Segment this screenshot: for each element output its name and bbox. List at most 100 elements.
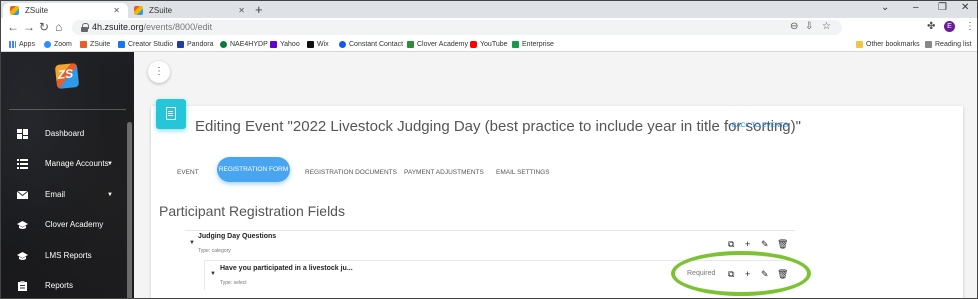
bookmark-creator-studio[interactable]: Creator Studio [118,39,173,50]
close-window-button[interactable]: ✕ [961,2,969,13]
bookmark-apps[interactable]: Apps [9,39,35,50]
bookmark-zsuite[interactable]: ZSuite [80,39,110,50]
add-icon[interactable]: + [745,239,750,249]
other-bookmarks[interactable]: Other bookmarks [856,39,920,50]
zsuite-logo[interactable]: ZS [54,62,80,90]
maximize-button[interactable]: ❐ [938,2,947,13]
browser-menu-icon[interactable]: ⋮ [965,20,975,34]
close-tab-icon[interactable]: ✕ [113,3,120,18]
profile-avatar[interactable]: E [944,21,955,32]
sidebar-item-label: Manage Accounts [45,159,109,168]
sidebar-item-label: Dashboard [45,129,85,138]
clipboard-icon [18,281,27,291]
url-text: 4h.zsuite.org/events/8000/edit [92,22,213,32]
bookmark-constant-contact[interactable]: Constant Contact [339,39,403,50]
sidebar-item-label: Email [45,190,66,199]
tab-strip: ZSuite ✕ ZSuite ✕ + ⌄ – ❐ ✕ [1,1,977,18]
zsuite-favicon-icon [10,6,19,15]
folder-icon [856,41,863,48]
bookmark-pandora[interactable]: Pandora [177,39,213,50]
reload-button[interactable]: ↻ [39,20,49,34]
edit-icon[interactable]: ✎ [761,239,769,249]
document-icon [156,99,186,129]
category-type: Type: category [198,248,231,254]
zsuite-icon [80,41,87,48]
clover-icon [407,41,414,48]
sidebar-item-dashboard[interactable]: Dashboard [1,123,128,145]
nae4hydp-icon [220,41,227,48]
reading-list-icon [925,41,932,48]
forward-button[interactable]: → [23,20,35,34]
constant-contact-icon [339,41,346,48]
question-type: Type: select [220,280,247,286]
browser-window: ZSuite ✕ ZSuite ✕ + ⌄ – ❐ ✕ ← → ↻ ⌂ 4h.z… [0,0,978,299]
bookmark-youtube[interactable]: YouTube [470,39,508,50]
tab-registration-documents[interactable]: REGISTRATION DOCUMENTS [305,169,397,177]
expand-arrow-icon[interactable]: ▼ [189,240,195,246]
back-to-events-link[interactable]: ‹ BACK TO EVENTS [728,122,788,129]
tab-search-icon[interactable]: ⌄ [881,2,889,13]
tab-event[interactable]: EVENT [177,169,199,177]
wix-icon [307,41,314,48]
apps-grid-icon [9,41,16,48]
zsuite-favicon-icon [134,6,143,15]
sidebar-item-label: LMS Reports [45,251,92,260]
reading-list[interactable]: Reading list [925,39,972,50]
extensions-icon[interactable]: ✤ [927,20,935,34]
tab-registration-form[interactable]: REGISTRATION FORM [217,157,290,182]
star-icon[interactable]: ☆ [822,20,831,34]
sidebar-item-clover-academy[interactable]: Clover Academy [1,214,128,236]
zoom-icon [44,41,51,48]
sidebar-divider [9,109,126,110]
minimize-button[interactable]: – [913,2,919,13]
sidebar: ZS Dashboard Manage Accounts ▼ Email ▼ C… [1,52,134,298]
page-title: Editing Event "2022 Livestock Judging Da… [195,118,801,135]
copy-icon[interactable]: ⧉ [728,239,734,249]
sidebar-item-reports[interactable]: Reports [1,275,128,297]
youtube-icon [470,41,477,48]
category-title: Judging Day Questions [198,233,277,240]
home-button[interactable]: ⌂ [55,20,62,34]
bookmark-enterprise[interactable]: Enterprise [512,39,554,50]
bookmark-zoom[interactable]: Zoom [44,39,72,50]
sidebar-item-lms-reports[interactable]: LMS Reports [1,245,128,267]
sidebar-item-manage-accounts[interactable]: Manage Accounts ▼ [1,153,128,175]
new-tab-button[interactable]: + [255,2,263,17]
browser-toolbar: ← → ↻ ⌂ 4h.zsuite.org/events/8000/edit ⊖… [1,18,977,37]
install-icon[interactable]: ⇩ [805,20,813,34]
back-button[interactable]: ← [7,20,19,34]
sidebar-item-label: Reports [45,281,74,290]
bookmark-yahoo[interactable]: Yahoo [270,39,300,50]
sidebar-item-label: Clover Academy [45,220,104,229]
close-tab-icon[interactable]: ✕ [238,3,245,18]
browser-tab-active[interactable]: ZSuite ✕ [3,3,128,18]
dashboard-icon [17,129,28,139]
lock-icon [81,23,89,32]
highlight-ellipse [671,251,811,296]
more-options-button[interactable]: ⋮ [148,61,170,83]
bookmark-nae4hydp[interactable]: NAE4HYDP [220,39,268,50]
bookmark-wix[interactable]: Wix [307,39,329,50]
browser-tab[interactable]: ZSuite ✕ [127,3,253,18]
expand-arrow-icon[interactable]: ▼ [210,271,216,277]
tab-email-settings[interactable]: EMAIL SETTINGS [496,169,550,177]
sidebar-scrollbar[interactable] [127,122,132,298]
yahoo-icon [270,41,277,48]
tab-payment-adjustments[interactable]: PAYMENT ADJUSTMENTS [404,169,484,177]
list-icon [17,159,28,169]
bookmark-clover-academy[interactable]: Clover Academy [407,39,468,50]
tab-title: ZSuite [25,6,49,15]
pandora-icon [177,41,184,48]
creator-studio-icon [118,41,125,48]
caret-down-icon: ▼ [107,192,113,198]
mail-icon [17,190,28,199]
address-bar[interactable]: 4h.zsuite.org/events/8000/edit ⊖ ⇩ ☆ [72,20,842,35]
graduation-cap-icon [17,221,28,229]
delete-icon[interactable]: 🗑 [777,239,788,249]
section-title: Participant Registration Fields [159,203,345,219]
bookmarks-bar: Apps Zoom ZSuite Creator Studio Pandora … [1,37,977,52]
share-icon[interactable]: ⊖ [790,20,798,34]
question-title: Have you participated in a livestock ju.… [220,265,353,272]
tab-title: ZSuite [149,6,173,15]
sidebar-item-email[interactable]: Email ▼ [1,184,128,206]
